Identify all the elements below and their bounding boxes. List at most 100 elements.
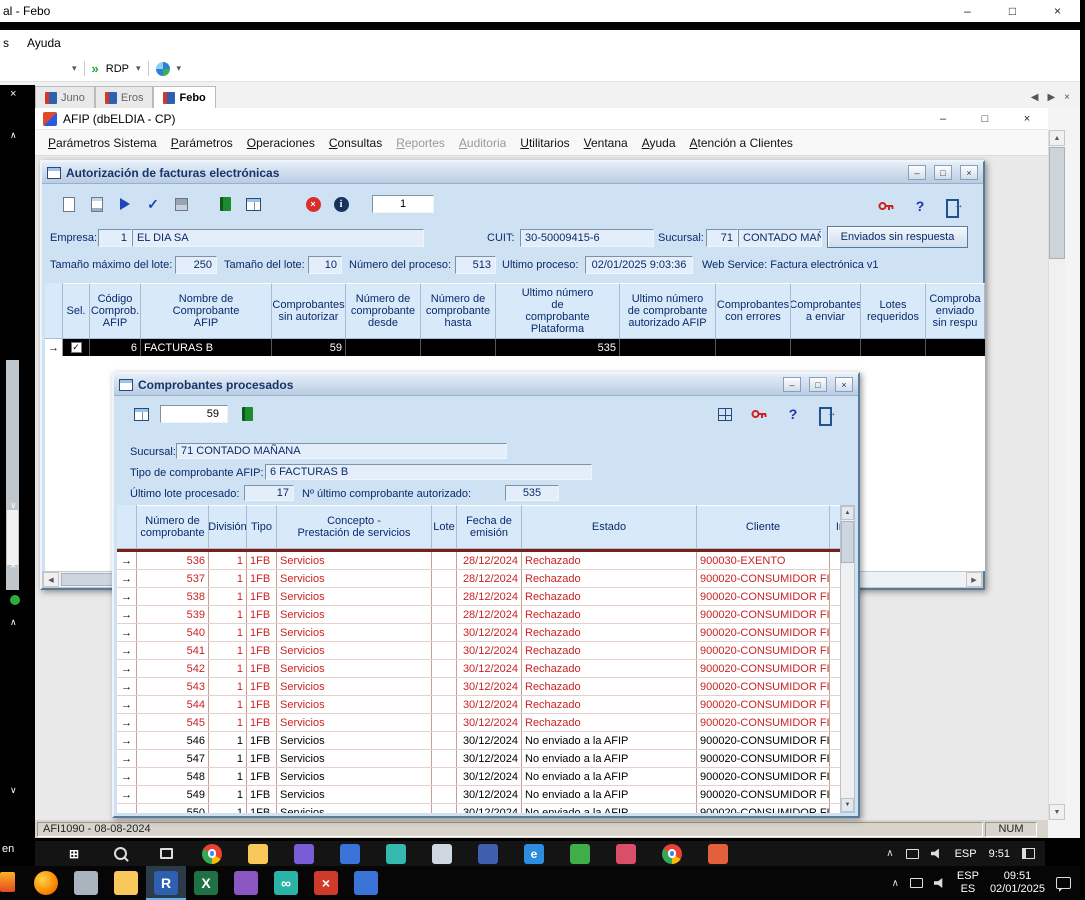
tab-febo[interactable]: Febo: [153, 86, 215, 108]
outer-close-button[interactable]: ×: [1035, 0, 1080, 22]
scroll-down-icon[interactable]: ▼: [1049, 804, 1065, 820]
file-explorer-icon[interactable]: [106, 866, 146, 900]
empresa-name-field[interactable]: EL DIA SA: [132, 229, 424, 247]
afip-minimize-button[interactable]: –: [922, 108, 964, 129]
speaker-icon[interactable]: [931, 849, 943, 859]
outer-maximize-button[interactable]: □: [990, 0, 1035, 22]
proc-row-548[interactable]: →54811FBServicios30/12/2024No enviado a …: [117, 768, 855, 786]
search-icon[interactable]: [97, 841, 143, 866]
menu-item[interactable]: Atención a Clientes: [683, 132, 800, 154]
child-maximize-button[interactable]: □: [934, 165, 952, 180]
outer-minimize-button[interactable]: –: [945, 0, 990, 22]
app-vertical-scrollbar[interactable]: ▲ ▼: [1048, 130, 1065, 820]
scroll-up-icon[interactable]: ▲: [841, 506, 854, 520]
auth-column-header[interactable]: Nombre de Comprobante AFIP: [141, 283, 272, 339]
proc-column-header[interactable]: Concepto - Prestación de servicios: [277, 505, 432, 549]
collapsed-panel-label[interactable]: en: [2, 843, 14, 855]
afip-maximize-button[interactable]: □: [964, 108, 1006, 129]
menu-item[interactable]: Ventana: [577, 132, 635, 154]
menu-item[interactable]: Reportes: [389, 132, 452, 154]
proc-row-545[interactable]: →54511FBServicios30/12/2024Rechazado9000…: [117, 714, 855, 732]
auth-selected-row[interactable]: → ✓ 6 FACTURAS B 59 535: [45, 339, 985, 356]
panel-chevron-down-icon[interactable]: ∨: [10, 500, 17, 511]
ultimo-proceso-field[interactable]: 02/01/2025 9:03:36: [585, 256, 693, 274]
proc-column-header[interactable]: Lote: [432, 505, 457, 549]
panel-chevron-down-icon[interactable]: ∨: [10, 785, 17, 796]
paint-icon[interactable]: [346, 866, 386, 900]
empresa-code-field[interactable]: 1: [98, 229, 132, 247]
procesados-titlebar[interactable]: Comprobantes procesados – □ ×: [114, 374, 858, 396]
proc-row-537[interactable]: →53711FBServicios28/12/2024Rechazado9000…: [117, 570, 855, 588]
proc-row-543[interactable]: →54311FBServicios30/12/2024Rechazado9000…: [117, 678, 855, 696]
log-button[interactable]: [234, 402, 260, 426]
connect-icon[interactable]: »: [92, 61, 99, 76]
afip-close-button[interactable]: ×: [1006, 108, 1048, 129]
process-counter-field[interactable]: 1: [372, 195, 434, 213]
proc-vertical-scrollbar[interactable]: ▲ ▼: [840, 505, 855, 813]
auth-column-header[interactable]: Código Comprob. AFIP: [90, 283, 141, 339]
auth-column-header[interactable]: Ultimo número de comprobante autorizado …: [620, 283, 716, 339]
speaker-icon[interactable]: [934, 878, 946, 888]
local-language-indicator[interactable]: ESP ES: [957, 870, 979, 896]
proc-tipo-field[interactable]: 6 FACTURAS B: [265, 464, 592, 480]
proc-column-header[interactable]: Cliente: [697, 505, 830, 549]
app-orange-icon[interactable]: [695, 841, 741, 866]
tray-chevron-icon[interactable]: ∧: [886, 848, 893, 859]
task-view-icon[interactable]: [143, 841, 189, 866]
proc-row-542[interactable]: →54211FBServicios30/12/2024Rechazado9000…: [117, 660, 855, 678]
auth-column-header[interactable]: Comprobantes a enviar: [791, 283, 861, 339]
auth-column-header[interactable]: Lotes requeridos: [861, 283, 926, 339]
panel-close-icon[interactable]: ×: [10, 560, 16, 572]
menu-item[interactable]: Utilitarios: [513, 132, 576, 154]
dropdown-caret-icon[interactable]: ▾: [72, 63, 77, 74]
cancel-button[interactable]: ×: [300, 192, 326, 216]
log-button[interactable]: [212, 192, 238, 216]
exit-button[interactable]: [941, 194, 967, 218]
app-pink-icon[interactable]: [603, 841, 649, 866]
proc-row-540[interactable]: →54011FBServicios30/12/2024Rechazado9000…: [117, 624, 855, 642]
proc-column-header[interactable]: Estado: [522, 505, 697, 549]
edge-icon[interactable]: e: [511, 841, 557, 866]
auth-column-header[interactable]: Comprobantes sin autorizar: [272, 283, 346, 339]
menu-item[interactable]: Consultas: [322, 132, 389, 154]
security-button[interactable]: [746, 402, 772, 426]
help-button[interactable]: ?: [907, 194, 933, 218]
chat-icon[interactable]: [373, 841, 419, 866]
tab-close-icon[interactable]: ×: [1064, 92, 1070, 103]
sucursal-code-field[interactable]: 71: [706, 229, 738, 247]
tab-scroll-left-icon[interactable]: ◀: [1031, 92, 1039, 103]
scroll-thumb[interactable]: [1049, 147, 1065, 259]
file-explorer-icon[interactable]: [235, 841, 281, 866]
child-minimize-button[interactable]: –: [783, 377, 801, 392]
help-button[interactable]: ?: [780, 402, 806, 426]
save-button[interactable]: [168, 192, 194, 216]
child-close-button[interactable]: ×: [835, 377, 853, 392]
firefox-icon[interactable]: [26, 866, 66, 900]
confirm-button[interactable]: ✓: [140, 192, 166, 216]
cuit-field[interactable]: 30-50009415-6: [520, 229, 654, 247]
sucursal-name-field[interactable]: CONTADO MAÑANA: [738, 229, 822, 247]
autorizacion-titlebar[interactable]: Autorización de facturas electrónicas – …: [42, 162, 983, 184]
cut-off-app-icon[interactable]: [0, 872, 15, 892]
remote-language-indicator[interactable]: ESP: [955, 848, 977, 860]
exit-button[interactable]: [814, 402, 840, 426]
run-process-button[interactable]: [112, 192, 138, 216]
app-teal-icon[interactable]: ∞: [266, 866, 306, 900]
grid-button[interactable]: [128, 402, 154, 426]
photos-icon[interactable]: [327, 841, 373, 866]
network-icon[interactable]: [910, 878, 923, 888]
scroll-down-icon[interactable]: ▼: [841, 798, 854, 812]
grid-view-button[interactable]: [712, 402, 738, 426]
proc-sucursal-field[interactable]: 71 CONTADO MAÑANA: [176, 443, 507, 459]
auth-column-header[interactable]: Ultimo número de comprobante Plataforma: [496, 283, 620, 339]
scroll-left-icon[interactable]: ◀: [43, 572, 59, 587]
proc-column-header[interactable]: Número de comprobante: [137, 505, 209, 549]
proc-row-550[interactable]: →55011FBServicios30/12/2024No enviado a …: [117, 804, 855, 813]
new-record-button[interactable]: [56, 192, 82, 216]
menu-item[interactable]: Auditoria: [452, 132, 513, 154]
proc-row-538[interactable]: →53811FBServicios28/12/2024Rechazado9000…: [117, 588, 855, 606]
menu-item[interactable]: Parámetros: [164, 132, 240, 154]
proc-row-547[interactable]: →54711FBServicios30/12/2024No enviado a …: [117, 750, 855, 768]
network-icon[interactable]: [906, 849, 919, 859]
proc-row-539[interactable]: →53911FBServicios28/12/2024Rechazado9000…: [117, 606, 855, 624]
